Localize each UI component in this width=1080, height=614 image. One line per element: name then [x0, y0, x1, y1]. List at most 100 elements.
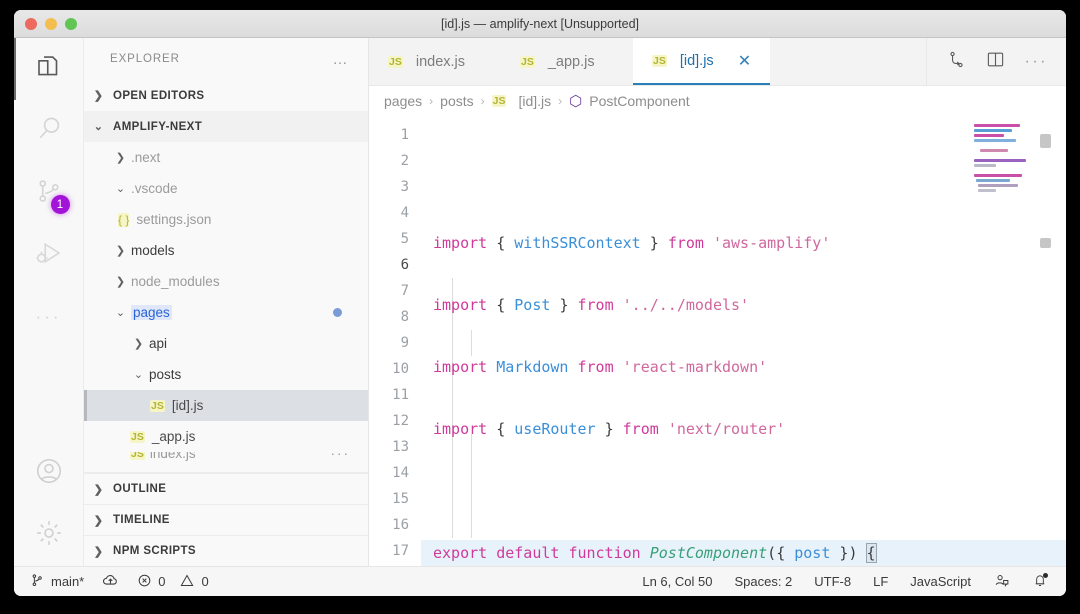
line-number: 12 — [392, 413, 409, 429]
tree-item-vscode[interactable]: ⌄ .vscode — [84, 173, 368, 204]
tree-item-label: .vscode — [131, 181, 178, 196]
sidebar-section-label: AMPLIFY-NEXT — [113, 120, 203, 133]
status-cursor-position[interactable]: Ln 6, Col 50 — [642, 574, 712, 589]
tree-item-id-js[interactable]: JS [id].js — [84, 390, 368, 421]
code-editor[interactable]: 1 2 3 4 5 6 7 8 9 10 11 12 13 14 15 16 1 — [369, 116, 1066, 566]
tree-item-label: models — [131, 243, 175, 258]
tree-item-index-js[interactable]: JS index.js ··· — [84, 452, 368, 468]
title-bar: [id].js — amplify-next [Unsupported] — [14, 10, 1066, 38]
sidebar-section-npm-scripts[interactable]: ❯ NPM SCRIPTS — [84, 535, 368, 566]
ellipsis-icon[interactable]: ··· — [1025, 53, 1048, 71]
tree-item-label: index.js — [149, 452, 196, 461]
tree-item-app-js[interactable]: JS _app.js — [84, 421, 368, 452]
chevron-right-icon: ❯ — [93, 90, 104, 102]
cloud-upload-icon — [102, 573, 119, 591]
feedback-icon[interactable] — [993, 572, 1010, 592]
line-number: 9 — [400, 335, 409, 351]
tree-item-models[interactable]: ❯ models — [84, 235, 368, 266]
status-eol[interactable]: LF — [873, 574, 888, 589]
activity-item-search[interactable] — [14, 100, 84, 162]
error-icon — [137, 573, 152, 591]
tree-item-node-modules[interactable]: ❯ node_modules — [84, 266, 368, 297]
activity-item-manage-settings[interactable] — [14, 504, 84, 566]
vscode-window: [id].js — amplify-next [Unsupported] 1 ·… — [14, 10, 1066, 596]
sidebar-title: EXPLORER — [110, 53, 180, 65]
line-number: 4 — [400, 205, 409, 221]
tree-item-posts[interactable]: ⌄ posts — [84, 359, 368, 390]
tab-app-js[interactable]: JS _app.js — [501, 38, 633, 85]
line-number: 14 — [392, 465, 409, 481]
branch-icon[interactable] — [947, 50, 966, 74]
editor-actions: ··· — [925, 38, 1066, 85]
close-icon[interactable]: ✕ — [738, 51, 751, 71]
line-number: 13 — [392, 439, 409, 455]
sidebar-header: EXPLORER … — [84, 38, 368, 80]
sidebar-section-label: OUTLINE — [113, 483, 167, 495]
sidebar-section-outline[interactable]: ❯ OUTLINE — [84, 473, 368, 504]
line-number: 10 — [392, 361, 409, 377]
sidebar-section-amplify-next[interactable]: ⌄ AMPLIFY-NEXT — [84, 111, 368, 142]
tree-item-next[interactable]: ❯ .next — [84, 142, 368, 173]
breadcrumb-item-postcomponent[interactable]: PostComponent — [589, 93, 689, 109]
tree-item-label: posts — [149, 367, 182, 382]
activity-item-accounts[interactable] — [14, 442, 84, 504]
line-number: 16 — [392, 517, 409, 533]
line-number: 6 — [400, 257, 409, 273]
notifications-bell[interactable] — [1032, 572, 1048, 592]
status-branch[interactable]: main* — [30, 573, 84, 591]
tab-index-js[interactable]: JS index.js — [369, 38, 501, 85]
sidebar-section-label: TIMELINE — [113, 514, 170, 526]
breadcrumb-item-id-js[interactable]: [id].js — [518, 93, 551, 109]
breadcrumb-item-posts[interactable]: posts — [440, 93, 473, 109]
line-number: 1 — [400, 127, 409, 143]
explorer-sidebar: EXPLORER … ❯ OPEN EDITORS ⌄ AMPLIFY-NEXT… — [84, 38, 369, 566]
code-content[interactable]: import { withSSRContext } from 'aws-ampl… — [421, 116, 1066, 566]
status-language-mode[interactable]: JavaScript — [910, 574, 971, 589]
tree-item-pages[interactable]: ⌄ pages — [84, 297, 368, 328]
sidebar-section-label: OPEN EDITORS — [113, 89, 205, 102]
sidebar-section-timeline[interactable]: ❯ TIMELINE — [84, 504, 368, 535]
tree-item-api[interactable]: ❯ api — [84, 328, 368, 359]
tree-item-label: pages — [131, 305, 172, 320]
chevron-right-icon: › — [480, 94, 485, 108]
sidebar-section-open-editors[interactable]: ❯ OPEN EDITORS — [84, 80, 368, 111]
window-title: [id].js — amplify-next [Unsupported] — [441, 16, 639, 31]
tab-id-js[interactable]: JS [id].js ✕ — [633, 38, 771, 85]
activity-bar: 1 ··· — [14, 38, 84, 566]
activity-item-source-control[interactable]: 1 — [14, 162, 84, 224]
chevron-down-icon: ⌄ — [115, 307, 126, 319]
chevron-down-icon: ⌄ — [93, 121, 104, 133]
chevron-right-icon: ❯ — [115, 245, 126, 257]
bell-icon — [1032, 574, 1048, 592]
activity-item-more-views[interactable]: ··· — [14, 286, 84, 348]
sidebar-more-actions-icon[interactable]: … — [333, 51, 351, 68]
activity-item-run-and-debug[interactable] — [14, 224, 84, 286]
tab-label: index.js — [415, 53, 466, 70]
run-debug-icon — [34, 238, 64, 273]
split-editor-icon[interactable] — [986, 50, 1005, 74]
line-number: 2 — [400, 153, 409, 169]
line-number: 17 — [392, 543, 409, 559]
status-sync[interactable] — [102, 573, 119, 591]
line-number: 5 — [400, 231, 409, 247]
tree-item-label: node_modules — [131, 274, 220, 289]
source-control-icon — [30, 573, 45, 591]
activity-item-explorer[interactable] — [14, 38, 84, 100]
status-encoding[interactable]: UTF-8 — [814, 574, 851, 589]
code-line-4: import { useRouter } from 'next/router' — [433, 420, 786, 438]
indent-guide — [471, 330, 472, 356]
code-line-1: import { withSSRContext } from 'aws-ampl… — [433, 234, 831, 252]
tree-item-more-icon[interactable]: ··· — [331, 452, 351, 461]
line-number-gutter: 1 2 3 4 5 6 7 8 9 10 11 12 13 14 15 16 1 — [369, 116, 421, 566]
tree-item-settings-json[interactable]: { } settings.json — [84, 204, 368, 235]
sidebar-bottom-sections: ❯ OUTLINE ❯ TIMELINE ❯ NPM SCRIPTS — [84, 472, 368, 566]
line-number: 15 — [392, 491, 409, 507]
chevron-right-icon: ❯ — [115, 152, 126, 164]
status-indentation[interactable]: Spaces: 2 — [734, 574, 792, 589]
tab-label: [id].js — [679, 52, 714, 69]
breadcrumb-item-pages[interactable]: pages — [384, 93, 422, 109]
tree-item-label: api — [149, 336, 168, 351]
status-problems[interactable]: 0 0 — [137, 573, 209, 591]
js-file-icon: JS — [130, 430, 145, 443]
